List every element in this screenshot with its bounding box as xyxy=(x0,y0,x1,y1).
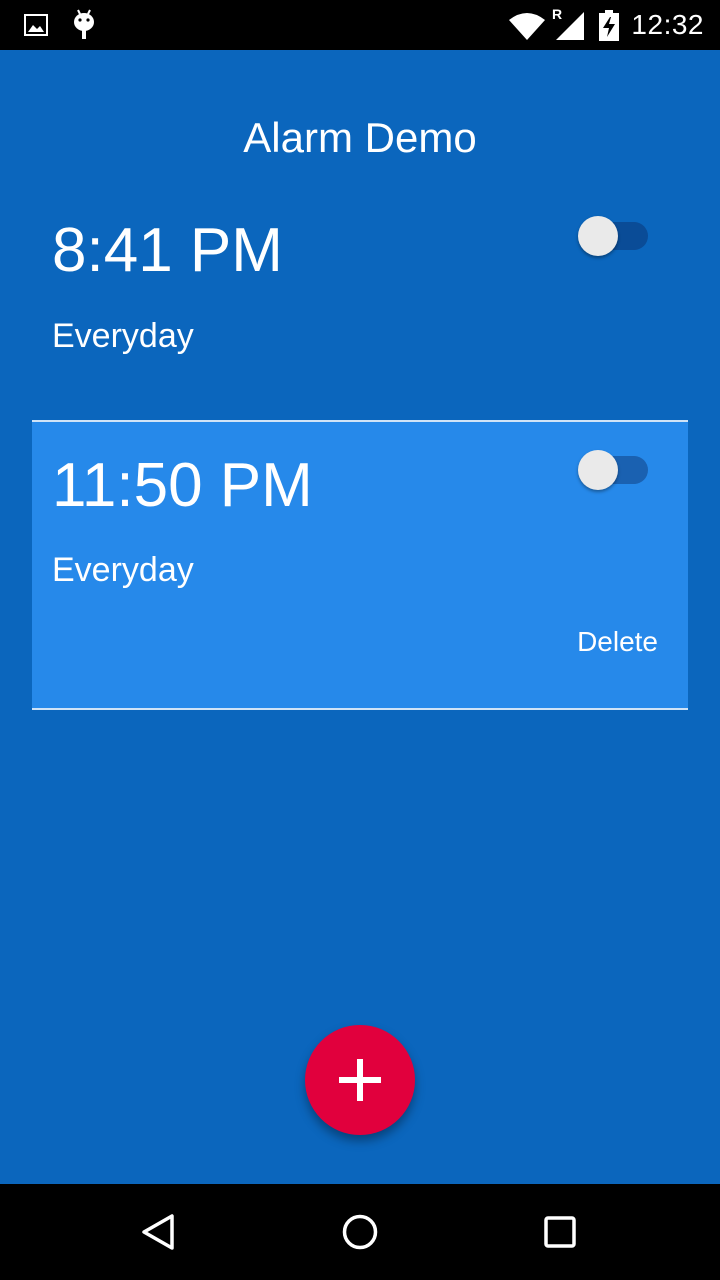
back-icon xyxy=(142,1214,174,1250)
android-debug-icon xyxy=(72,9,96,46)
alarm-time: 11:50 PM xyxy=(52,451,313,520)
alarm-toggle[interactable] xyxy=(578,214,650,258)
status-time: 12:32 xyxy=(631,9,704,40)
home-icon xyxy=(342,1214,378,1250)
home-button[interactable] xyxy=(312,1184,408,1280)
app-title: Alarm Demo xyxy=(243,114,477,161)
screen: R 12:32 Alarm Demo 8:41 PM Everyday 11:5… xyxy=(0,0,720,1280)
alarm-item-selected[interactable]: 11:50 PM Everyday Delete xyxy=(32,420,688,710)
delete-button[interactable]: Delete xyxy=(577,622,658,662)
alarm-time: 8:41 PM xyxy=(52,216,283,285)
alarm-repeat: Everyday xyxy=(52,551,194,589)
recents-button[interactable] xyxy=(512,1184,608,1280)
app-content: Alarm Demo 8:41 PM Everyday 11:50 PM Eve… xyxy=(0,50,720,1184)
status-bar: R 12:32 xyxy=(0,0,720,50)
image-icon xyxy=(24,13,48,42)
plus-icon xyxy=(339,1059,381,1101)
recents-icon xyxy=(544,1216,576,1248)
navigation-bar xyxy=(0,1184,720,1280)
battery-charging-icon xyxy=(598,10,620,47)
alarm-item[interactable]: 8:41 PM Everyday xyxy=(32,210,688,420)
alarm-toggle[interactable] xyxy=(578,448,650,492)
toggle-thumb xyxy=(578,450,618,490)
alarm-repeat: Everyday xyxy=(52,317,194,355)
back-button[interactable] xyxy=(112,1184,208,1280)
toggle-thumb xyxy=(578,216,618,256)
wifi-icon xyxy=(508,12,546,45)
add-alarm-button[interactable] xyxy=(305,1025,415,1135)
signal-icon xyxy=(556,12,584,45)
